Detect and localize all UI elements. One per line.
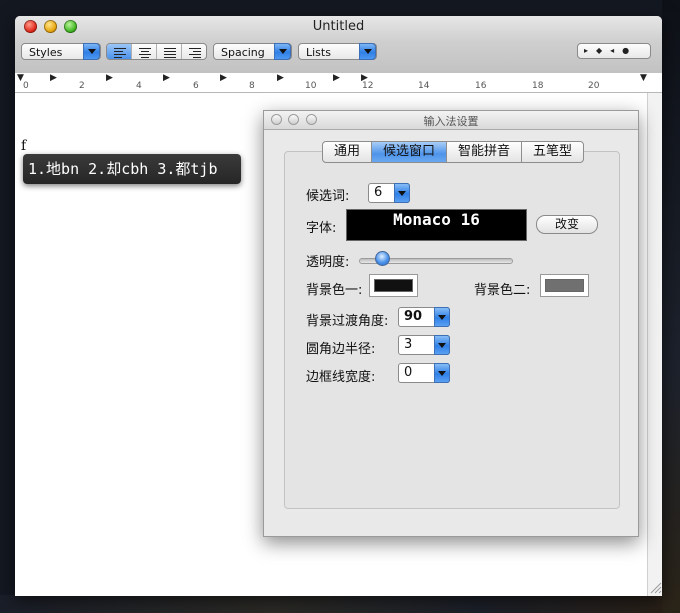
tab-stop-controls[interactable]: ▸◆◂● xyxy=(577,43,651,59)
bg-color-2-well[interactable] xyxy=(540,274,589,297)
tab-stop-icon[interactable]: ▶ xyxy=(277,73,284,83)
chevron-down-icon xyxy=(83,43,100,60)
tab-stop-icon[interactable]: ▶ xyxy=(50,73,57,83)
ruler-label: 8 xyxy=(249,81,255,91)
change-font-button[interactable]: 改变 xyxy=(536,215,598,234)
chevron-down-icon xyxy=(359,43,376,60)
ruler-label: 18 xyxy=(532,81,544,91)
chevron-down-icon xyxy=(434,307,450,327)
ruler-label: 2 xyxy=(79,81,85,91)
bg-color-1-well[interactable] xyxy=(369,274,418,297)
ime-settings-title: 输入法设置 xyxy=(423,115,479,128)
candidate-count-label: 候选词: xyxy=(306,189,350,204)
bg-color-2-swatch xyxy=(545,279,584,292)
vertical-scrollbar[interactable] xyxy=(647,93,662,596)
tab-stop-icon[interactable]: ▶ xyxy=(333,73,340,83)
tab-general[interactable]: 通用 xyxy=(323,142,373,162)
transparency-label: 透明度: xyxy=(306,255,350,270)
gradient-angle-value: 90 xyxy=(404,309,423,324)
tab-smart-pinyin[interactable]: 智能拼音 xyxy=(447,142,523,162)
settings-groupbox xyxy=(284,151,620,509)
font-preview: Monaco 16 xyxy=(346,209,527,241)
desktop-background-right xyxy=(662,0,680,613)
settings-tabs: 通用 候选窗口 智能拼音 五笔型 xyxy=(322,141,585,163)
tab-candidate-window[interactable]: 候选窗口 xyxy=(372,142,448,162)
chevron-down-icon xyxy=(434,363,450,383)
align-right-button[interactable] xyxy=(182,44,206,59)
ruler[interactable]: ▼ ▼ ▶ ▶ ▶ ▶ ▶ ▶ ▶ 0 2 4 6 8 10 12 14 16 … xyxy=(15,73,662,93)
window-title: Untitled xyxy=(312,19,365,34)
ruler-label: 16 xyxy=(475,81,487,91)
ime-settings-titlebar[interactable]: 输入法设置 xyxy=(264,111,638,130)
alignment-control xyxy=(106,43,207,60)
border-width-value: 0 xyxy=(404,365,413,380)
lists-popup[interactable]: Lists xyxy=(298,43,377,60)
bg-color-1-swatch xyxy=(374,279,413,292)
tab-stop-icon[interactable]: ▶ xyxy=(220,73,227,83)
corner-radius-label: 圆角边半径: xyxy=(306,342,376,357)
spacing-popup[interactable]: Spacing xyxy=(213,43,292,60)
document-text[interactable]: f xyxy=(21,138,26,154)
right-margin-marker[interactable]: ▼ xyxy=(640,73,647,83)
border-width-select[interactable]: 0 xyxy=(398,363,450,383)
align-center-button[interactable] xyxy=(132,44,157,59)
desktop-background xyxy=(0,595,680,613)
align-justify-button[interactable] xyxy=(157,44,182,59)
gradient-angle-select[interactable]: 90 xyxy=(398,307,450,327)
tab-wubi[interactable]: 五笔型 xyxy=(522,142,583,162)
ruler-label: 10 xyxy=(305,81,317,91)
chevron-down-icon xyxy=(274,43,291,60)
ruler-label: 6 xyxy=(193,81,199,91)
ruler-label: 14 xyxy=(418,81,430,91)
gradient-angle-label: 背景过渡角度: xyxy=(306,314,389,329)
candidate-count-select[interactable]: 6 xyxy=(368,183,410,203)
window-titlebar[interactable]: Untitled Styles Spacing Lists ▸◆◂● xyxy=(15,16,662,74)
bg-color-1-label: 背景色一: xyxy=(306,283,363,298)
bg-color-2-label: 背景色二: xyxy=(474,283,531,298)
resize-grip-icon[interactable] xyxy=(648,580,662,594)
styles-popup-label: Styles xyxy=(29,46,63,59)
candidate-count-value: 6 xyxy=(374,185,383,200)
styles-popup[interactable]: Styles xyxy=(21,43,101,60)
border-width-label: 边框线宽度: xyxy=(306,370,376,385)
ruler-label: 20 xyxy=(588,81,600,91)
chevron-down-icon xyxy=(434,335,450,355)
spacing-popup-label: Spacing xyxy=(221,46,265,59)
font-label: 字体: xyxy=(306,221,337,236)
chevron-down-icon xyxy=(394,183,410,203)
corner-radius-select[interactable]: 3 xyxy=(398,335,450,355)
tab-stop-icon[interactable]: ▶ xyxy=(106,73,113,83)
align-left-button[interactable] xyxy=(107,44,132,59)
ime-candidate-bar[interactable]: 1.地bn 2.却cbh 3.都tjb xyxy=(23,154,241,184)
corner-radius-value: 3 xyxy=(404,337,413,352)
ime-settings-window: 输入法设置 通用 候选窗口 智能拼音 五笔型 候选词: 6 字体: Monaco… xyxy=(263,110,639,537)
lists-popup-label: Lists xyxy=(306,46,331,59)
ruler-label: 12 xyxy=(362,81,374,91)
ruler-label: 4 xyxy=(136,81,142,91)
tab-stop-icon[interactable]: ▶ xyxy=(163,73,170,83)
ruler-label: 0 xyxy=(23,81,29,91)
